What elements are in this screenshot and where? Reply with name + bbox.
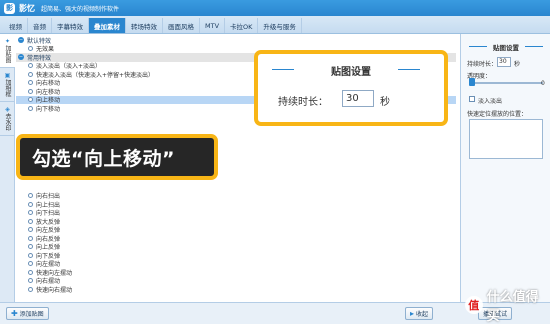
- radio-icon[interactable]: [28, 278, 33, 284]
- title-bar: 影 影忆 超简易、强大的视频制作软件: [0, 0, 550, 16]
- sticker-settings-panel: 贴图设置 持续时长： 30 秒 透明度： 0 淡入淡出 快速定位摆放的位置：: [460, 34, 550, 302]
- list-item[interactable]: 快速向左摆动: [16, 268, 456, 277]
- radio-icon[interactable]: [28, 88, 33, 94]
- list-item-label: 向下移动: [36, 105, 61, 113]
- frame-icon: ▣: [4, 72, 11, 79]
- side-tab-add-sticker[interactable]: ✦ 加贴图: [0, 34, 15, 68]
- app-name: 影忆: [19, 3, 35, 13]
- sticker-icon: ✦: [4, 38, 11, 45]
- collapse-label: 收起: [415, 311, 428, 318]
- site-watermark: 值 什么值得买: [465, 286, 550, 324]
- side-tab-remove-watermark[interactable]: ◈ 去水印: [0, 102, 15, 136]
- radio-icon[interactable]: [28, 269, 33, 275]
- radio-icon[interactable]: [28, 46, 33, 52]
- radio-icon[interactable]: [28, 252, 33, 258]
- radio-icon[interactable]: [28, 193, 33, 199]
- radio-icon[interactable]: [28, 71, 33, 77]
- radio-icon[interactable]: [28, 105, 33, 111]
- app-slogan: 超简易、强大的视频制作软件: [41, 5, 120, 13]
- side-tab-label: 去水印: [4, 113, 11, 131]
- position-grid[interactable]: [469, 119, 543, 159]
- list-item-label: 快速向右摆动: [36, 286, 73, 294]
- side-tab-label: 加相框: [4, 79, 11, 97]
- tab-upgrade-service[interactable]: 升级与服务: [258, 18, 302, 33]
- add-sticker-label: 添加贴图: [19, 311, 44, 318]
- watermark-icon: ◈: [5, 106, 10, 113]
- list-item[interactable]: 向上反弹: [16, 243, 456, 251]
- callout-duration-input[interactable]: 30: [342, 90, 374, 107]
- opacity-slider-track[interactable]: [469, 82, 543, 84]
- list-item[interactable]: 向下扫出: [16, 209, 456, 217]
- instruction-text: 勾选“向上移动”: [32, 147, 175, 170]
- tab-karaoke[interactable]: 卡拉OK: [225, 18, 259, 33]
- tab-picture-style[interactable]: 画面风格: [163, 18, 200, 33]
- tab-subtitle-effects[interactable]: 字幕特效: [52, 18, 89, 33]
- opacity-slider-handle[interactable]: [469, 78, 475, 86]
- add-icon: ✚: [11, 309, 18, 318]
- settings-zoom-callout: 贴图设置 持续时长： 30 秒: [254, 50, 448, 126]
- radio-icon[interactable]: [28, 286, 33, 292]
- radio-icon[interactable]: [28, 201, 33, 207]
- list-item[interactable]: 向右反弹: [16, 234, 456, 243]
- radio-icon[interactable]: [28, 80, 33, 86]
- list-item[interactable]: 向右摆动: [16, 277, 456, 285]
- radio-icon[interactable]: [28, 97, 33, 103]
- duration-label: 持续时长：: [467, 61, 498, 68]
- radio-icon[interactable]: [28, 63, 33, 69]
- list-item[interactable]: 向上扫出: [16, 200, 456, 209]
- instruction-callout: 勾选“向上移动”: [16, 134, 218, 180]
- callout-duration-label: 持续时长：: [278, 97, 328, 108]
- collapse-icon[interactable]: −: [18, 37, 24, 44]
- list-item[interactable]: 向左反弹: [16, 226, 456, 234]
- group-default-effects[interactable]: − 默认特效: [16, 36, 456, 45]
- side-tab-label: 加贴图: [4, 45, 11, 63]
- callout-duration-unit: 秒: [380, 97, 390, 108]
- fade-checkbox[interactable]: [469, 96, 475, 102]
- side-tab-bar: ✦ 加贴图 ▣ 加相框 ◈ 去水印: [0, 34, 15, 302]
- radio-icon[interactable]: [28, 218, 33, 224]
- duration-unit: 秒: [514, 61, 521, 68]
- watermark-badge-icon: 值: [465, 296, 483, 314]
- watermark-text: 什么值得买: [486, 290, 539, 324]
- radio-icon[interactable]: [28, 235, 33, 241]
- fade-label: 淡入淡出: [478, 98, 503, 105]
- opacity-value: 0: [541, 80, 545, 87]
- callout-divider: [398, 69, 420, 70]
- tab-transition-effects[interactable]: 转场特效: [126, 18, 163, 33]
- position-label: 快速定位摆放的位置：: [467, 111, 528, 118]
- tab-mtv[interactable]: MTV: [200, 18, 226, 33]
- radio-icon[interactable]: [28, 261, 33, 267]
- collapse-icon[interactable]: −: [18, 54, 24, 61]
- tab-audio[interactable]: 音频: [28, 18, 52, 33]
- tab-overlay-materials[interactable]: 叠加素材: [89, 18, 126, 33]
- radio-icon[interactable]: [28, 244, 33, 250]
- callout-title: 贴图设置: [331, 67, 371, 78]
- list-item[interactable]: 向右扫出: [16, 192, 456, 200]
- main-tab-bar: 视频 音频 字幕特效 叠加素材 转场特效 画面风格 MTV 卡拉OK 升级与服务: [0, 16, 550, 34]
- collapse-arrow-icon: ▸: [410, 309, 415, 318]
- app-logo-icon: 影: [4, 2, 15, 14]
- add-sticker-button[interactable]: ✚ 添加贴图: [6, 307, 49, 320]
- list-item[interactable]: 快速向右摆动: [16, 285, 456, 294]
- list-item[interactable]: 向下反弹: [16, 251, 456, 260]
- settings-panel-title: 贴图设置: [493, 44, 519, 52]
- collapse-button[interactable]: ▸ 收起: [405, 307, 433, 320]
- title-divider: [525, 46, 543, 47]
- list-item[interactable]: 放大反弹: [16, 217, 456, 226]
- radio-icon[interactable]: [28, 227, 33, 233]
- duration-input-small[interactable]: 30: [497, 57, 511, 67]
- tab-video[interactable]: 视频: [4, 18, 28, 33]
- list-item[interactable]: 向左摆动: [16, 260, 456, 268]
- side-tab-add-frame[interactable]: ▣ 加相框: [0, 68, 15, 102]
- radio-icon[interactable]: [28, 210, 33, 216]
